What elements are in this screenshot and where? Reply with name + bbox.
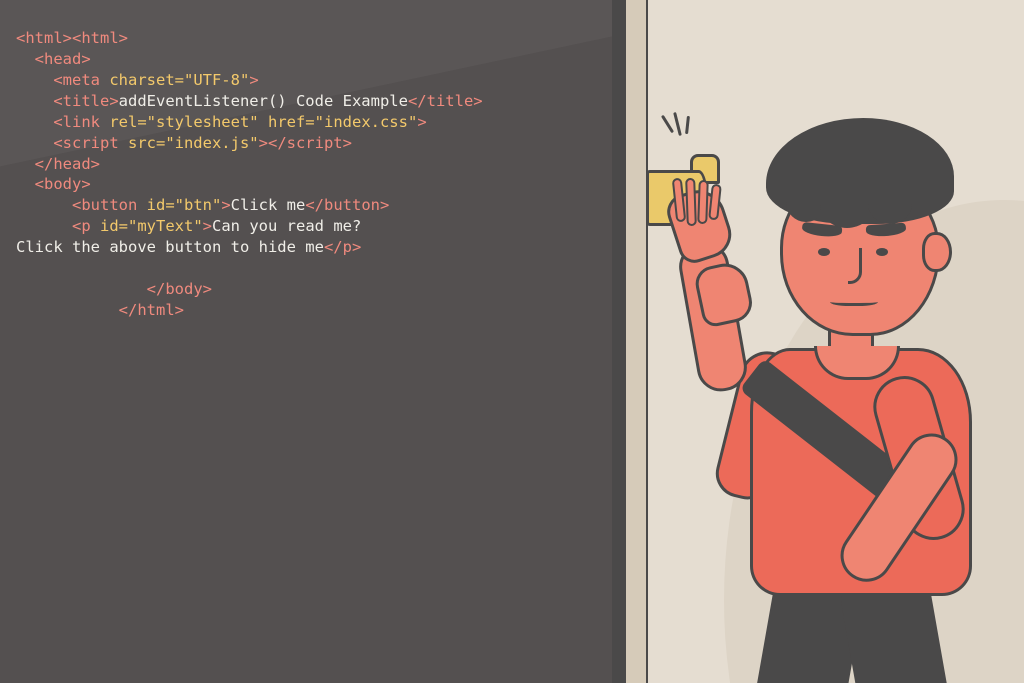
tag-meta-close: > <box>249 71 258 89</box>
tag-script-close: </script> <box>268 134 352 152</box>
tag-title-close: </title> <box>408 92 483 110</box>
text-canread: Can you read me? <box>212 217 361 235</box>
wall-face <box>626 0 648 683</box>
tag-body-close: </body> <box>147 280 212 298</box>
tag-title-open: <title> <box>53 92 118 110</box>
tag-html-close: </html> <box>119 301 184 319</box>
tag-link-open: <link <box>53 113 109 131</box>
tag-html-dup: <html> <box>72 29 128 47</box>
tag-html-open: <html> <box>16 29 72 47</box>
attr-id-mytext: id= <box>100 217 128 235</box>
tag-head-close: </head> <box>35 155 100 173</box>
tag-button-mid: > <box>221 196 230 214</box>
wall-edge <box>612 0 626 683</box>
illustration-panel <box>612 0 1024 683</box>
tag-head-open: <head> <box>35 50 91 68</box>
tag-script-open: <script <box>53 134 128 152</box>
tag-script-mid: > <box>259 134 268 152</box>
space <box>259 113 268 131</box>
tag-meta-open: <meta <box>53 71 109 89</box>
val-utf8: "UTF-8" <box>184 71 249 89</box>
text-title: addEventListener() Code Example <box>119 92 408 110</box>
val-stylesheet: "stylesheet" <box>147 113 259 131</box>
tag-p-close: </p> <box>324 238 361 256</box>
attr-rel: rel= <box>109 113 146 131</box>
tag-link-close: > <box>417 113 426 131</box>
code-panel: <html><html> <head> <meta charset="UTF-8… <box>0 0 612 683</box>
tag-button-close: </button> <box>305 196 389 214</box>
tag-button-open: <button <box>72 196 147 214</box>
val-indexjs: "index.js" <box>165 134 258 152</box>
attr-id-btn: id= <box>147 196 175 214</box>
tag-p-mid: > <box>203 217 212 235</box>
val-mytext: "myText" <box>128 217 203 235</box>
val-btn: "btn" <box>175 196 222 214</box>
tag-p-open: <p <box>72 217 100 235</box>
code-block: <html><html> <head> <meta charset="UTF-8… <box>0 0 612 321</box>
tag-body-open: <body> <box>35 175 91 193</box>
attr-src: src= <box>128 134 165 152</box>
attr-charset: charset= <box>109 71 184 89</box>
text-clickme: Click me <box>231 196 306 214</box>
attr-href: href= <box>268 113 315 131</box>
person-listening-icon <box>652 120 1012 683</box>
text-clickabove: Click the above button to hide me <box>16 238 324 256</box>
val-indexcss: "index.css" <box>315 113 418 131</box>
